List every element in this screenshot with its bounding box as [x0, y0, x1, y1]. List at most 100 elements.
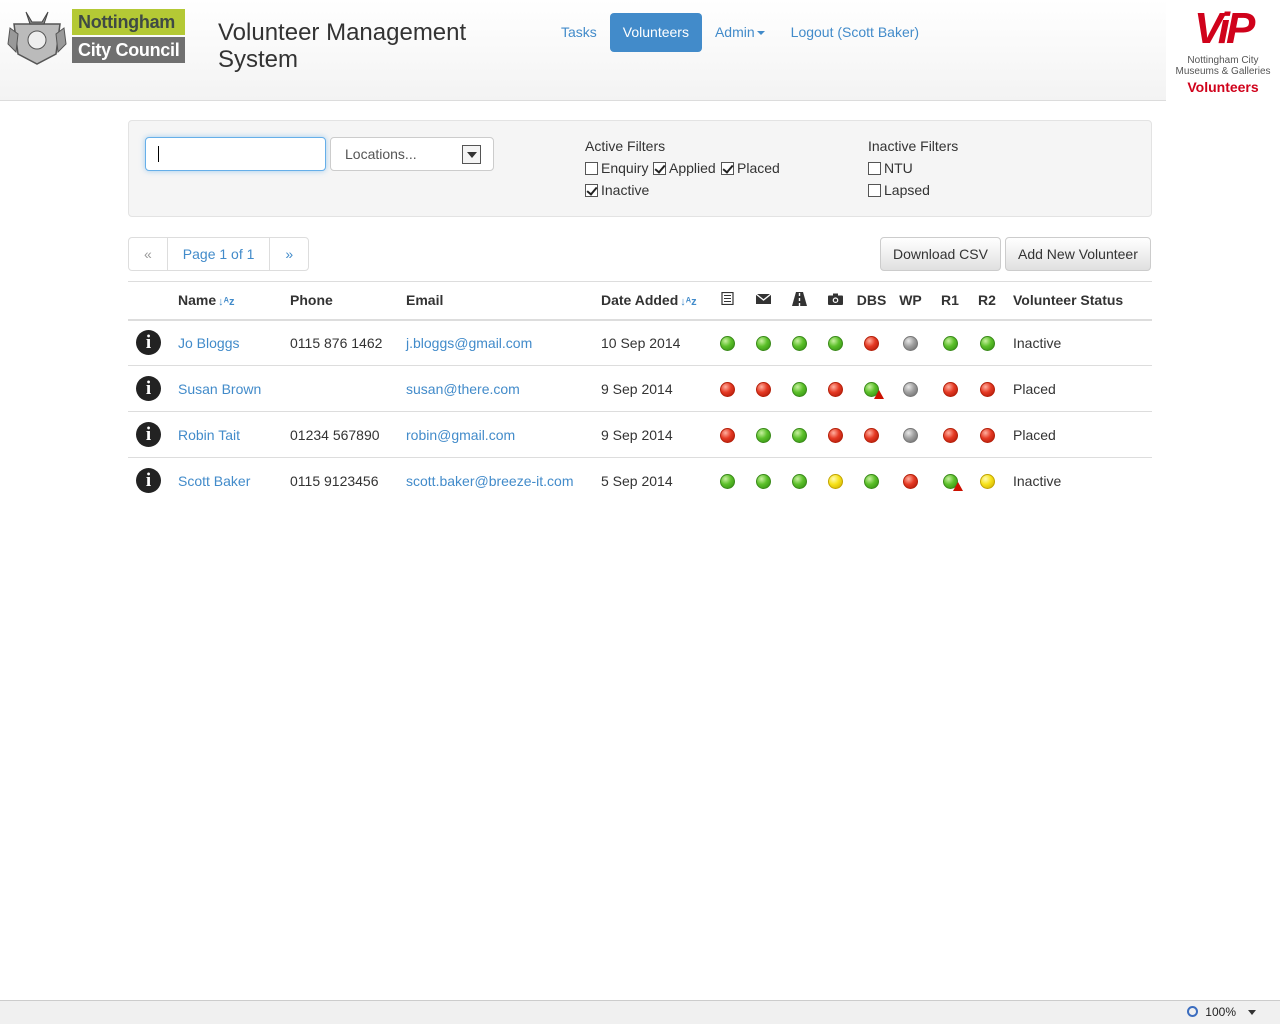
text-cursor [158, 146, 159, 162]
col-date[interactable]: Date Added ↓ᴬz [593, 281, 709, 321]
status-dot-r2 [979, 336, 995, 352]
status-dot-camera [827, 474, 843, 490]
app-header: Nottingham City Council Volunteer Manage… [0, 0, 1280, 101]
filter-lapsed-label: Lapsed [884, 182, 930, 198]
volunteer-email-link[interactable]: susan@there.com [406, 381, 520, 397]
status-dot-camera [827, 427, 843, 443]
list-icon [720, 292, 734, 306]
volunteer-phone: 0115 9123456 [290, 472, 379, 489]
volunteer-date-added: 5 Sep 2014 [601, 472, 673, 489]
nav-logout[interactable]: Logout (Scott Baker) [778, 13, 932, 52]
status-dot-dbs [864, 427, 879, 443]
info-icon[interactable]: i [136, 468, 161, 494]
warning-icon [874, 389, 884, 399]
download-csv-button[interactable]: Download CSV [880, 237, 1001, 271]
filter-applied[interactable]: Applied [653, 160, 716, 176]
table-row: i Jo Bloggs 0115 876 1462 j.bloggs@gmail.co… [128, 319, 1152, 366]
col-info [128, 281, 170, 321]
status-dot-wp [903, 336, 918, 352]
volunteer-name-link[interactable]: Scott Baker [178, 473, 250, 489]
council-logo: Nottingham City Council [72, 9, 185, 63]
nav-admin-label: Admin [714, 24, 755, 40]
filter-enquiry[interactable]: Enquiry [585, 160, 648, 176]
table-row: i Robin Tait 01234 567890 robin@gmail.com 9 … [128, 411, 1152, 458]
col-name-label: Name [178, 292, 217, 309]
volunteer-date-added: 10 Sep 2014 [593, 319, 709, 366]
road-icon [791, 291, 807, 306]
volunteer-email-link[interactable]: j.bloggs@gmail.com [406, 335, 532, 351]
volunteer-name-link[interactable]: Susan Brown [178, 381, 261, 397]
pager-prev[interactable]: « [129, 238, 168, 270]
info-icon[interactable]: i [136, 330, 161, 356]
filter-applied-label: Applied [669, 160, 716, 176]
sort-az-icon[interactable]: ↓ᴬz [218, 296, 234, 308]
filter-ntu-label: NTU [884, 160, 913, 176]
status-dot-wp [903, 427, 918, 443]
status-dot-road [791, 381, 807, 397]
main-nav: Tasks Volunteers Admin Logout (Scott Bak… [548, 13, 932, 52]
checkbox-inactive[interactable] [585, 183, 598, 197]
zoom-icon[interactable] [1187, 1006, 1198, 1017]
pagination: « Page 1 of 1 » [128, 237, 310, 271]
sort-az-icon[interactable]: ↓ᴬz [680, 296, 696, 308]
filter-placed-label: Placed [737, 160, 780, 176]
volunteer-email-link[interactable]: robin@gmail.com [406, 427, 515, 443]
col-r2: R2 [969, 281, 1005, 321]
status-dot-list [719, 474, 735, 490]
checkbox-placed[interactable] [721, 161, 734, 175]
status-dot-r1 [942, 474, 963, 492]
volunteer-phone [282, 365, 398, 412]
status-dot-envelope [755, 474, 771, 490]
envelope-icon [755, 293, 771, 305]
table-row: i Scott Baker 0115 9123456 scott.baker@bree… [128, 458, 1152, 504]
info-icon[interactable]: i [136, 422, 161, 447]
filter-lapsed[interactable]: Lapsed [868, 182, 930, 198]
pager-next[interactable]: » [270, 238, 308, 270]
pager-page[interactable]: Page 1 of 1 [168, 238, 271, 270]
status-dot-r2 [979, 381, 995, 397]
col-email: Email [398, 281, 593, 321]
nav-tasks[interactable]: Tasks [548, 13, 610, 52]
volunteer-email-link[interactable]: scott.baker@breeze-it.com [406, 473, 574, 489]
status-dot-r2 [979, 427, 995, 443]
volunteer-name-link[interactable]: Robin Tait [178, 427, 240, 443]
council-logo-line2: City Council [72, 37, 185, 63]
filter-placed[interactable]: Placed [721, 160, 780, 176]
caret-down-icon [756, 31, 765, 36]
locations-select[interactable]: Locations... [330, 137, 494, 171]
volunteer-name-link[interactable]: Jo Bloggs [178, 335, 239, 351]
col-dbs: DBS [853, 281, 890, 321]
checkbox-lapsed[interactable] [868, 183, 881, 197]
volunteers-table: Name ↓ᴬz Phone Email Date Added ↓ᴬz DBS WP… [128, 281, 1152, 504]
checkbox-ntu[interactable] [868, 161, 881, 175]
city-crest-icon [7, 11, 67, 65]
volunteer-phone: 01234 567890 [282, 411, 398, 458]
zoom-dropdown-icon[interactable] [1248, 1010, 1256, 1015]
filter-ntu[interactable]: NTU [868, 160, 913, 176]
add-volunteer-button[interactable]: Add New Volunteer [1005, 237, 1151, 271]
checkbox-enquiry[interactable] [585, 161, 598, 175]
info-icon[interactable]: i [136, 376, 161, 401]
col-list [709, 281, 745, 321]
status-dot-camera [827, 381, 843, 397]
checkbox-applied[interactable] [653, 161, 666, 175]
status-dot-envelope [755, 336, 771, 352]
browser-status-bar: 100% [0, 1000, 1280, 1024]
filter-inactive[interactable]: Inactive [585, 182, 649, 198]
zoom-level[interactable]: 100% [1205, 1005, 1236, 1019]
dropdown-arrow-icon[interactable] [462, 145, 481, 164]
col-date-label: Date Added [601, 292, 679, 309]
col-road [781, 281, 817, 321]
locations-select-value: Locations... [345, 146, 417, 162]
status-dot-r1 [942, 381, 958, 397]
status-dot-list [719, 427, 735, 443]
vip-logo-subtitle: Nottingham City Museums & Galleries [1175, 55, 1271, 77]
nav-volunteers[interactable]: Volunteers [609, 13, 702, 52]
filter-inactive-label: Inactive [601, 182, 650, 198]
nav-admin[interactable]: Admin [702, 13, 778, 52]
volunteer-status: Inactive [1005, 319, 1152, 366]
col-name[interactable]: Name ↓ᴬz [170, 281, 282, 321]
search-input[interactable] [145, 137, 326, 171]
col-wp: WP [890, 281, 931, 321]
volunteer-phone: 0115 876 1462 [282, 319, 398, 366]
